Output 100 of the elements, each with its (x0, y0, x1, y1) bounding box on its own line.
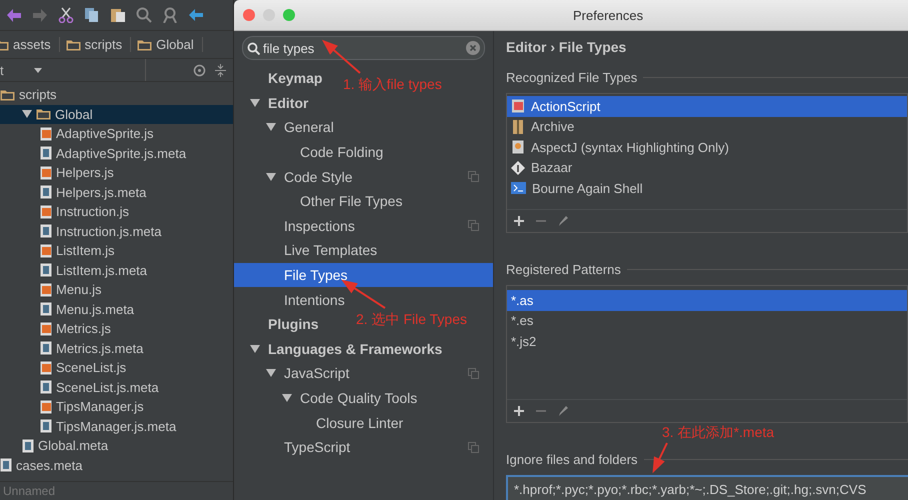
breadcrumb-item[interactable]: scripts (66, 37, 132, 52)
page-breadcrumb: Editor › File Types (506, 39, 628, 55)
folder-icon (36, 108, 51, 120)
view-dropdown[interactable]: t (0, 59, 146, 81)
pencil-icon[interactable] (557, 215, 569, 227)
list-item[interactable]: AspectJ (syntax Highlighting Only) (507, 137, 907, 158)
expanded-triangle-icon[interactable] (266, 368, 276, 378)
replace-icon[interactable] (162, 7, 178, 23)
tree-row[interactable]: AdaptiveSprite.js (0, 124, 233, 144)
settings-nav-item[interactable]: JavaScript (284, 365, 350, 382)
settings-nav-item[interactable]: Code Quality Tools (300, 390, 418, 406)
list-item[interactable]: Bazaar (507, 158, 907, 178)
breadcrumb-item[interactable]: Global (137, 37, 203, 52)
tree-row[interactable]: Instruction.js.meta (0, 222, 233, 241)
expanded-triangle-icon[interactable] (266, 172, 276, 182)
tree-row[interactable]: Menu.js.meta (0, 300, 233, 319)
settings-nav-item[interactable]: TypeScript (284, 439, 350, 456)
settings-nav-item[interactable]: Live Templates (284, 242, 378, 258)
settings-nav-item[interactable]: File Types (234, 262, 493, 288)
list-item[interactable]: Bourne Again Shell (507, 178, 907, 198)
tree-row[interactable]: Menu.js (0, 280, 233, 300)
tree-row[interactable]: cases.meta (0, 456, 233, 475)
settings-nav-item[interactable]: Plugins (268, 316, 319, 332)
undo-icon[interactable] (6, 8, 22, 22)
terminal-icon (511, 182, 526, 194)
file-icon (40, 419, 52, 434)
annotation-text: 2. 选中 File Types (356, 311, 468, 329)
file-icon (40, 224, 52, 238)
settings-nav-item[interactable]: Other File Types (300, 193, 402, 210)
tree-row[interactable]: TipsManager.js.meta (0, 416, 233, 436)
collapse-icon[interactable] (214, 64, 227, 76)
tree-row[interactable]: Global.meta (0, 436, 233, 456)
settings-nav-item[interactable]: Editor (268, 94, 308, 111)
tree-row[interactable]: SceneList.js.meta (0, 378, 233, 397)
file-name: SceneList.js.meta (56, 380, 159, 395)
expanded-triangle-icon[interactable] (250, 98, 260, 108)
add-icon[interactable] (513, 215, 525, 227)
tree-row[interactable]: scripts (0, 85, 233, 104)
back-arrow-icon[interactable] (188, 8, 204, 22)
search-icon[interactable] (136, 7, 152, 23)
tree-row[interactable]: AdaptiveSprite.js.meta (0, 144, 233, 163)
settings-nav-item[interactable]: General (284, 119, 334, 136)
annotation-text: 3. 在此添加*.meta (662, 424, 774, 442)
breadcrumb-item[interactable]: assets (0, 37, 60, 52)
copy-icon[interactable] (84, 7, 100, 23)
tree-row[interactable]: TipsManager.js (0, 397, 233, 416)
list-item[interactable]: ActionScript (507, 96, 907, 116)
expanded-triangle-icon[interactable] (250, 344, 260, 354)
settings-nav-item[interactable]: Code Style (284, 168, 352, 185)
file-name: Metrics.js (56, 321, 111, 336)
file-name: Menu.js.meta (56, 302, 134, 317)
folder-icon (137, 38, 152, 50)
file-type-icon (511, 140, 525, 154)
list-item[interactable]: Archive (507, 116, 907, 137)
search-icon (247, 42, 260, 54)
settings-nav-item[interactable]: Code Folding (300, 144, 384, 160)
js-file-icon (40, 322, 52, 336)
tree-row[interactable]: Instruction.js (0, 202, 233, 222)
pencil-icon[interactable] (557, 405, 569, 417)
settings-nav-item[interactable]: Intentions (284, 292, 345, 308)
tree-row[interactable]: Metrics.js.meta (0, 338, 233, 358)
tree-row[interactable]: Global (0, 104, 233, 124)
file-name: SceneList.js (56, 360, 126, 376)
js-file-icon (40, 204, 52, 219)
close-button[interactable] (243, 9, 255, 21)
annotation-arrow (322, 40, 361, 74)
tree-row[interactable]: SceneList.js (0, 358, 233, 378)
input-field[interactable]: *.hprof;*.pyc;*.pyo;*.rbc;*.yarb;*~;.DS_Store;.git;.hg;.svn;CVS (506, 475, 908, 500)
annotation-arrow (652, 442, 668, 474)
list-item[interactable]: *.js2 (507, 331, 907, 352)
file-icon (22, 438, 34, 453)
search-field[interactable]: file types (242, 36, 485, 60)
settings-nav-item[interactable]: Closure Linter (316, 414, 404, 431)
js-file-icon (40, 244, 52, 258)
tree-row[interactable]: Helpers.js.meta (0, 182, 233, 202)
target-icon[interactable] (193, 64, 206, 76)
settings-nav-item[interactable]: Languages & Frameworks (268, 340, 442, 357)
js-file-icon (40, 126, 52, 141)
cut-icon[interactable] (58, 7, 74, 23)
file-icon (0, 458, 12, 472)
file-icon (40, 185, 52, 200)
file-name: Instruction.js (56, 204, 129, 220)
tree-row[interactable]: Helpers.js (0, 163, 233, 182)
list-item[interactable]: *.as (507, 290, 907, 310)
add-icon[interactable] (513, 405, 525, 417)
tree-row[interactable]: ListItem.js.meta (0, 260, 233, 280)
section-label: Registered Patterns (506, 262, 621, 276)
settings-nav-item[interactable]: Keymap (268, 70, 322, 86)
expanded-triangle-icon[interactable] (266, 122, 276, 132)
list-item[interactable]: *.es (507, 310, 907, 331)
paste-icon[interactable] (110, 7, 126, 23)
expanded-triangle-icon[interactable] (282, 393, 292, 404)
file-name: Instruction.js.meta (56, 224, 162, 239)
file-icon (40, 302, 52, 316)
clear-icon[interactable] (466, 41, 480, 55)
tree-row[interactable]: ListItem.js (0, 241, 233, 260)
section-label: Recognized File Types (506, 70, 638, 84)
file-name: Helpers.js.meta (56, 184, 146, 200)
tree-row[interactable]: Metrics.js (0, 319, 233, 338)
settings-nav-item[interactable]: Inspections (284, 218, 355, 234)
